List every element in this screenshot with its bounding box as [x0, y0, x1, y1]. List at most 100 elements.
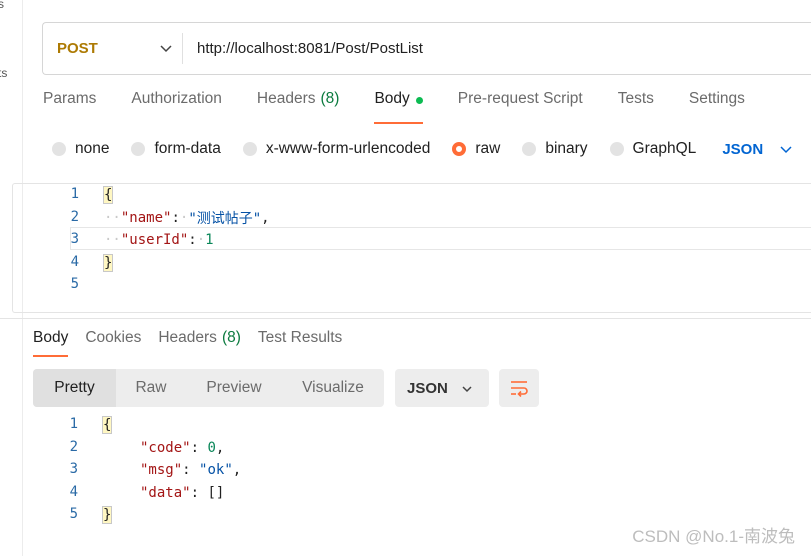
json-value: "ok": [199, 462, 233, 478]
response-tabs: Body Cookies Headers (8) Test Results: [33, 329, 359, 357]
tab-label: Authorization: [131, 90, 222, 107]
response-tab-body[interactable]: Body: [33, 329, 69, 357]
chevron-down-icon: [160, 45, 172, 53]
indent-guide: ··: [104, 232, 121, 248]
radio-circle: [609, 142, 624, 156]
code-line: }: [102, 252, 114, 274]
line-number: 4: [69, 484, 78, 500]
json-key: "code": [140, 440, 191, 456]
json-key: "data": [140, 485, 191, 501]
view-raw-button[interactable]: Raw: [116, 369, 186, 407]
response-divider[interactable]: [0, 318, 811, 319]
url-bar: POST http://localhost:8081/Post/PostList: [42, 22, 811, 75]
radio-form-data[interactable]: form-data: [131, 140, 221, 158]
code-line: }: [101, 504, 113, 526]
whitespace-dot: ·: [179, 210, 189, 226]
method-select[interactable]: POST: [57, 23, 197, 74]
line-number: 2: [69, 439, 78, 455]
tab-label: Params: [43, 90, 97, 107]
response-view-toggle: Pretty Raw Preview Visualize: [33, 369, 384, 407]
radio-circle: [131, 142, 146, 156]
comma: ,: [215, 440, 225, 456]
format-label: JSON: [722, 140, 764, 158]
indent-guide: ··: [104, 210, 121, 226]
radio-label: binary: [545, 140, 588, 157]
json-value: 1: [205, 232, 214, 248]
tab-params[interactable]: Params: [43, 90, 96, 124]
headers-count: (8): [221, 329, 241, 346]
watermark: CSDN @No.1-南波兔: [632, 527, 795, 546]
json-key: "userId": [120, 232, 189, 248]
sidebar-fragment: s: [0, 0, 4, 11]
radio-label: form-data: [154, 140, 221, 157]
code-line: ·· "userId": · 1: [104, 229, 214, 251]
line-number: 4: [70, 254, 79, 270]
divider: [182, 33, 183, 64]
colon: :: [190, 485, 200, 501]
format-label: JSON: [407, 379, 448, 397]
response-tab-headers[interactable]: Headers (8): [158, 329, 241, 357]
chevron-down-icon: [780, 146, 792, 154]
view-visualize-button[interactable]: Visualize: [282, 369, 384, 407]
tab-settings[interactable]: Settings: [689, 90, 745, 124]
comma: ,: [261, 210, 270, 226]
body-format-select[interactable]: JSON: [722, 141, 793, 158]
radio-raw[interactable]: raw: [452, 140, 500, 158]
tab-label: Headers: [256, 90, 316, 107]
sidebar-fragment: ts: [0, 66, 8, 80]
radio-graphql[interactable]: GraphQL: [609, 140, 697, 158]
tab-label: Settings: [688, 90, 745, 107]
colon: :: [188, 232, 197, 248]
line-number: 3: [70, 231, 79, 247]
json-key: "msg": [140, 462, 183, 478]
tab-body[interactable]: Body: [374, 90, 424, 124]
json-key: "name": [120, 210, 172, 226]
method-label: POST: [57, 40, 98, 57]
colon: :: [190, 440, 200, 456]
whitespace-dot: ·: [196, 232, 206, 248]
code-line: "msg": "ok",: [140, 459, 241, 481]
comma: ,: [232, 462, 242, 478]
radio-label: raw: [475, 140, 501, 157]
tab-tests[interactable]: Tests: [618, 90, 654, 124]
wrap-lines-icon: [511, 381, 528, 397]
line-number: 1: [70, 186, 79, 202]
close-brace: }: [101, 506, 113, 524]
line-number: 5: [70, 276, 79, 292]
tab-label: Tests: [617, 90, 654, 107]
code-line: {: [101, 414, 113, 436]
response-tab-test-results[interactable]: Test Results: [258, 329, 342, 357]
response-format-select[interactable]: JSON: [395, 369, 489, 407]
radio-label: x-www-form-urlencoded: [265, 140, 431, 157]
body-type-options: none form-data x-www-form-urlencoded raw…: [52, 136, 793, 162]
open-brace: {: [101, 416, 113, 434]
url-input[interactable]: http://localhost:8081/Post/PostList: [197, 23, 423, 74]
view-preview-button[interactable]: Preview: [186, 369, 282, 407]
tab-label: Cookies: [85, 329, 142, 346]
radio-label: GraphQL: [632, 140, 697, 157]
wrap-lines-button[interactable]: [499, 369, 539, 407]
line-number: 5: [69, 506, 78, 522]
json-value: 0: [207, 440, 216, 456]
json-value: []: [207, 485, 225, 501]
view-pretty-button[interactable]: Pretty: [33, 369, 116, 407]
code-line: "code": 0,: [140, 437, 224, 459]
radio-binary[interactable]: binary: [522, 140, 588, 158]
request-tabs: Params Authorization Headers (8) Body Pre…: [43, 90, 780, 126]
colon: :: [171, 210, 180, 226]
line-number: 2: [70, 209, 79, 225]
radio-urlencoded[interactable]: x-www-form-urlencoded: [242, 140, 431, 158]
close-brace: }: [102, 254, 114, 272]
radio-none[interactable]: none: [52, 140, 109, 158]
body-indicator-dot: [415, 97, 423, 104]
tab-headers[interactable]: Headers (8): [257, 90, 340, 124]
radio-circle: [242, 142, 257, 156]
response-tab-cookies[interactable]: Cookies: [85, 329, 141, 357]
tab-label: Headers: [158, 329, 217, 346]
tab-authorization[interactable]: Authorization: [131, 90, 221, 124]
colon: :: [182, 462, 191, 478]
tab-prerequest-script[interactable]: Pre-request Script: [458, 90, 583, 124]
tab-label: Pre-request Script: [457, 90, 583, 107]
radio-circle: [522, 142, 537, 156]
line-number: 3: [69, 461, 78, 477]
